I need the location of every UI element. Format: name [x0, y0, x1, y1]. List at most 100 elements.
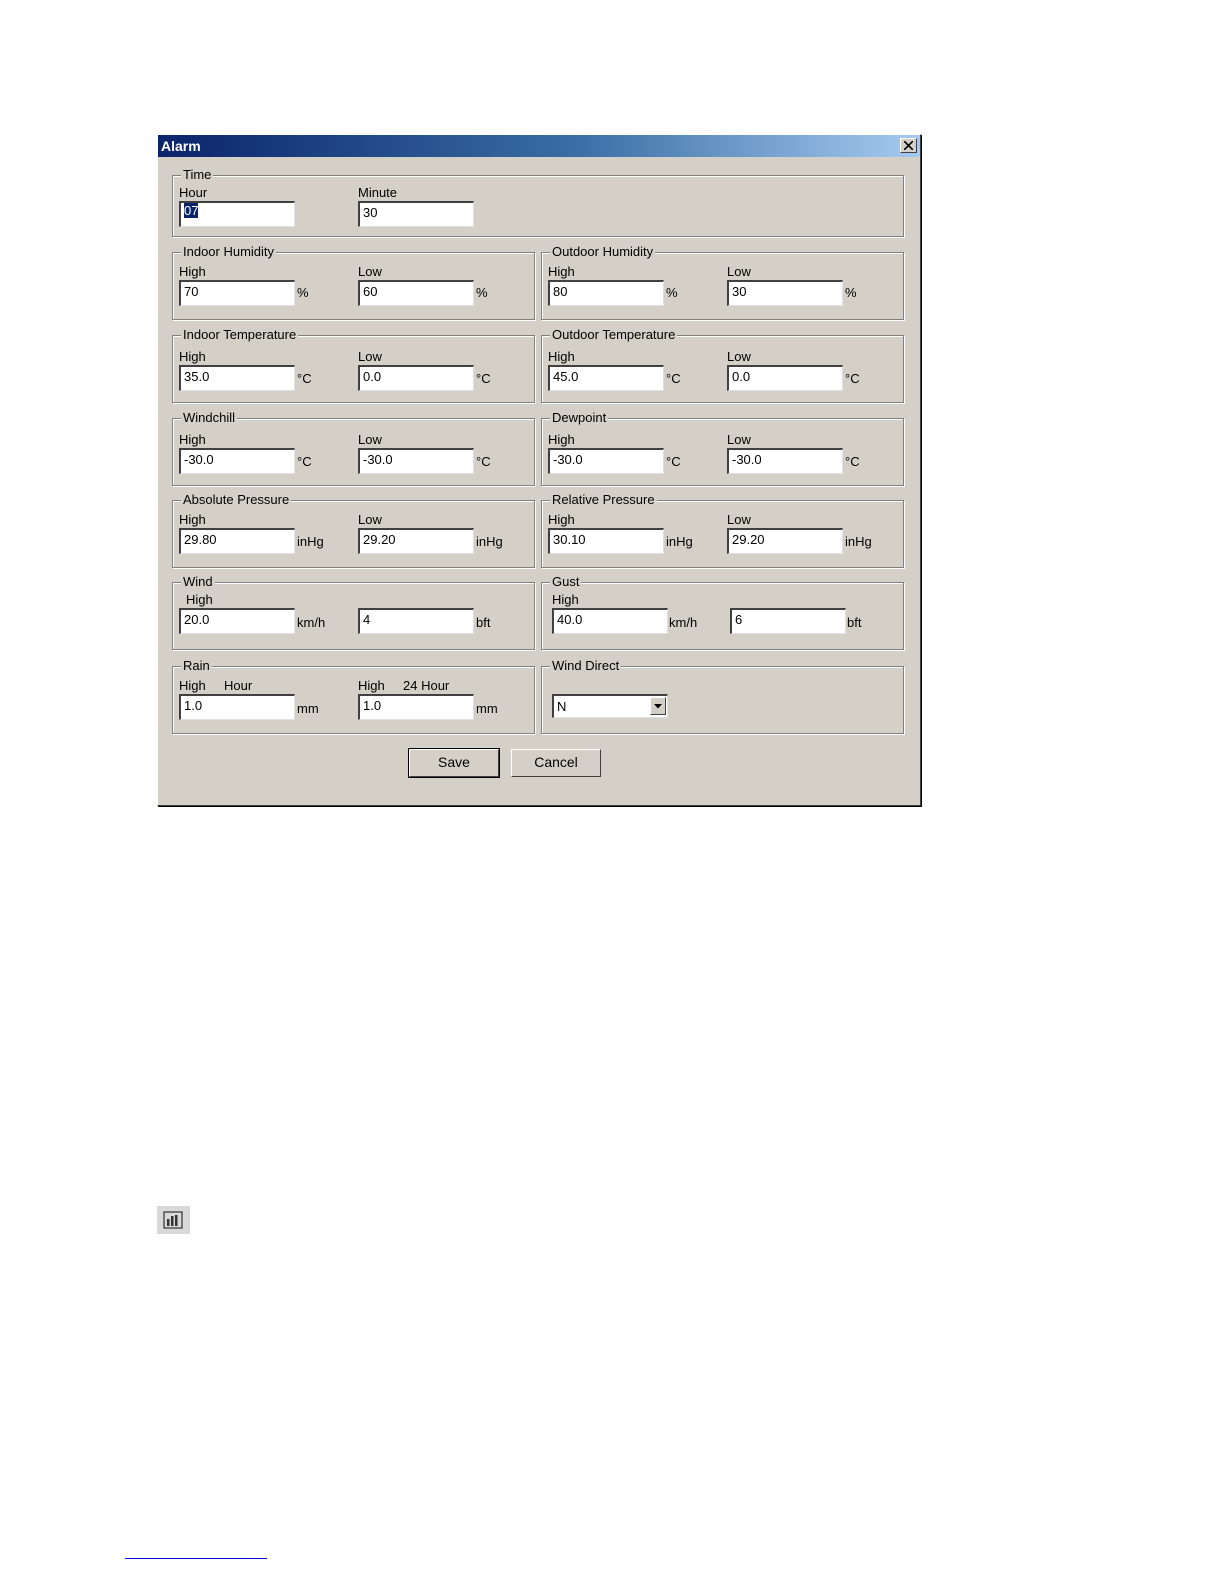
- absolute-pressure-low-label: Low: [358, 512, 382, 527]
- time-group: Time Hour 07 Minute: [172, 167, 904, 237]
- absolute-pressure-high-field[interactable]: [179, 528, 295, 554]
- close-button[interactable]: [900, 138, 917, 153]
- title-bar[interactable]: Alarm: [158, 135, 920, 157]
- wind-group: Wind High km/h bft: [172, 574, 535, 650]
- windchill-high-label: High: [179, 432, 206, 447]
- time-group-title: Time: [181, 167, 214, 183]
- wind-direction-dropdown-button[interactable]: [650, 697, 666, 715]
- dewpoint-group: Dewpoint High °C Low °C: [541, 410, 904, 486]
- outdoor-humidity-title: Outdoor Humidity: [550, 244, 656, 260]
- outdoor-humidity-low-label: Low: [727, 264, 751, 279]
- dewpoint-low-label: Low: [727, 432, 751, 447]
- minute-field[interactable]: [358, 201, 474, 227]
- bar-chart-icon-button[interactable]: [157, 1206, 190, 1234]
- outdoor-temperature-title: Outdoor Temperature: [550, 327, 678, 343]
- close-icon: [904, 141, 913, 150]
- absolute-pressure-group: Absolute Pressure High inHg Low inHg: [172, 492, 535, 568]
- outdoor-temperature-high-field[interactable]: [548, 365, 664, 391]
- dewpoint-high-unit: °C: [666, 454, 681, 469]
- relative-pressure-high-field[interactable]: [548, 528, 664, 554]
- gust-speed-field[interactable]: [552, 608, 668, 634]
- absolute-pressure-low-field[interactable]: [358, 528, 474, 554]
- indoor-temperature-high-unit: °C: [297, 371, 312, 386]
- indoor-temperature-low-label: Low: [358, 349, 382, 364]
- gust-group: Gust High km/h bft: [541, 574, 904, 650]
- relative-pressure-high-label: High: [548, 512, 575, 527]
- outdoor-temperature-low-label: Low: [727, 349, 751, 364]
- rain-group: Rain High Hour mm High 24 Hour mm: [172, 658, 535, 734]
- gust-speed-unit: km/h: [669, 615, 698, 630]
- gust-beaufort-field[interactable]: [730, 608, 846, 634]
- dewpoint-high-field[interactable]: [548, 448, 664, 474]
- indoor-humidity-title: Indoor Humidity: [181, 244, 277, 260]
- rain-day-label: 24 Hour: [403, 678, 450, 693]
- windchill-low-unit: °C: [476, 454, 491, 469]
- hour-field[interactable]: 07: [179, 201, 295, 227]
- dewpoint-high-label: High: [548, 432, 575, 447]
- indoor-temperature-low-unit: °C: [476, 371, 491, 386]
- wind-title: Wind: [181, 574, 215, 590]
- absolute-pressure-title: Absolute Pressure: [181, 492, 292, 508]
- absolute-pressure-high-label: High: [179, 512, 206, 527]
- windchill-high-unit: °C: [297, 454, 312, 469]
- rain-hour-field[interactable]: [179, 694, 295, 720]
- outdoor-temperature-low-field[interactable]: [727, 365, 843, 391]
- indoor-humidity-low-unit: %: [476, 285, 488, 300]
- windchill-group: Windchill High °C Low °C: [172, 410, 535, 486]
- wind-direction-group: Wind Direct N: [541, 658, 904, 734]
- rain-day-high-label: High: [358, 678, 385, 693]
- chevron-down-icon: [654, 704, 662, 709]
- windchill-low-label: Low: [358, 432, 382, 447]
- dewpoint-low-unit: °C: [845, 454, 860, 469]
- absolute-pressure-low-unit: inHg: [476, 534, 503, 549]
- hour-value: 07: [184, 203, 199, 218]
- indoor-temperature-title: Indoor Temperature: [181, 327, 299, 343]
- wind-speed-unit: km/h: [297, 615, 326, 630]
- wind-direction-select[interactable]: N: [552, 694, 668, 718]
- dewpoint-low-field[interactable]: [727, 448, 843, 474]
- gust-high-label: High: [552, 592, 579, 607]
- relative-pressure-high-unit: inHg: [666, 534, 693, 549]
- indoor-humidity-high-field[interactable]: [179, 280, 295, 306]
- rain-day-field[interactable]: [358, 694, 474, 720]
- indoor-temperature-high-field[interactable]: [179, 365, 295, 391]
- outdoor-humidity-low-field[interactable]: [727, 280, 843, 306]
- alarm-dialog: Alarm Time Hour 07 Minute Indoor Humidit…: [157, 134, 921, 806]
- save-button[interactable]: Save: [408, 748, 500, 778]
- indoor-humidity-low-label: Low: [358, 264, 382, 279]
- outdoor-temperature-group: Outdoor Temperature High °C Low °C: [541, 327, 904, 403]
- gust-title: Gust: [550, 574, 582, 590]
- rain-day-unit: mm: [476, 701, 498, 716]
- relative-pressure-title: Relative Pressure: [550, 492, 657, 508]
- rain-title: Rain: [181, 658, 212, 674]
- windchill-low-field[interactable]: [358, 448, 474, 474]
- indoor-temperature-low-field[interactable]: [358, 365, 474, 391]
- indoor-humidity-high-unit: %: [297, 285, 309, 300]
- wind-speed-field[interactable]: [179, 608, 295, 634]
- indoor-humidity-low-field[interactable]: [358, 280, 474, 306]
- outdoor-temperature-high-unit: °C: [666, 371, 681, 386]
- indoor-temperature-high-label: High: [179, 349, 206, 364]
- cancel-button[interactable]: Cancel: [511, 749, 601, 777]
- outdoor-humidity-high-label: High: [548, 264, 575, 279]
- hour-label: Hour: [179, 185, 208, 200]
- windchill-high-field[interactable]: [179, 448, 295, 474]
- outdoor-humidity-high-field[interactable]: [548, 280, 664, 306]
- wind-direction-title: Wind Direct: [550, 658, 622, 674]
- outdoor-temperature-low-unit: °C: [845, 371, 860, 386]
- minute-label: Minute: [358, 185, 398, 200]
- bar-chart-icon: [163, 1211, 183, 1229]
- wind-high-label: High: [186, 592, 213, 607]
- outdoor-temperature-high-label: High: [548, 349, 575, 364]
- footnote-rule: [125, 1558, 267, 1559]
- dewpoint-title: Dewpoint: [550, 410, 609, 426]
- relative-pressure-group: Relative Pressure High inHg Low inHg: [541, 492, 904, 568]
- rain-hour-label: Hour: [224, 678, 253, 693]
- wind-beaufort-field[interactable]: [358, 608, 474, 634]
- relative-pressure-low-field[interactable]: [727, 528, 843, 554]
- wind-direction-value: N: [557, 699, 567, 714]
- windchill-title: Windchill: [181, 410, 238, 426]
- indoor-humidity-group: Indoor Humidity High % Low %: [172, 244, 535, 320]
- rain-hour-unit: mm: [297, 701, 319, 716]
- wind-beaufort-unit: bft: [476, 615, 491, 630]
